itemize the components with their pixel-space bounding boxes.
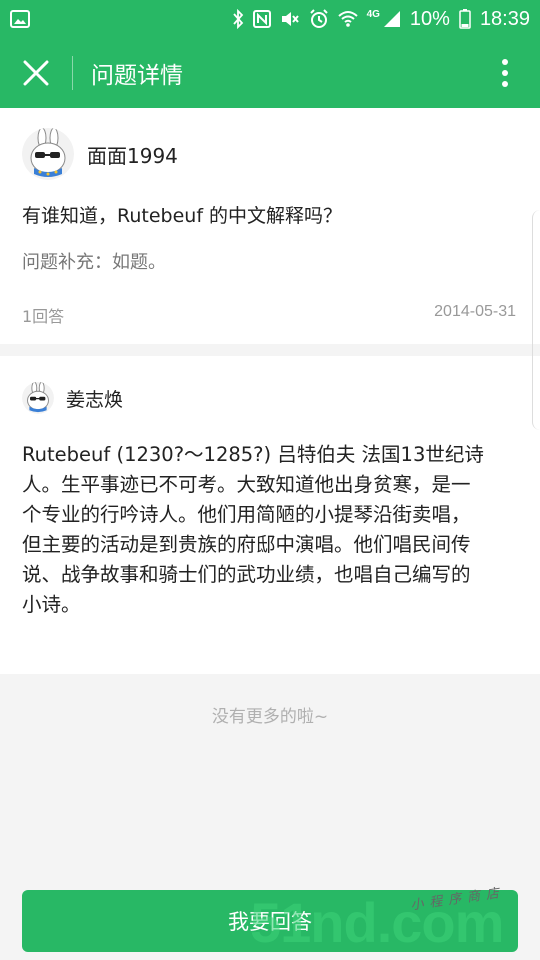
- question-date: 2014-05-31: [434, 303, 516, 320]
- network-type: 4G: [366, 8, 380, 20]
- question-supplement: 问题补充：如题。: [22, 252, 166, 273]
- bunny-avatar-icon: [22, 382, 54, 414]
- more-options-button[interactable]: [470, 38, 540, 108]
- answer-body: Rutebeuf (1230?～1285?) 吕特伯夫 法国13世纪诗 人。生平…: [22, 440, 522, 620]
- answer-line: 个专业的行吟诗人。他们用简陋的小提琴沿街卖唱，: [22, 503, 471, 526]
- bluetooth-icon: [232, 9, 244, 29]
- page-title: 问题详情: [91, 63, 183, 89]
- battery-percent: 10%: [409, 7, 450, 30]
- question-card: 面面1994 有谁知道，Rutebeuf 的中文解释吗？ 问题补充：如题。 1回…: [0, 108, 540, 344]
- answer-line: 说、战争故事和骑士们的武功业绩，也唱自己编写的: [22, 563, 471, 586]
- avatar[interactable]: [22, 128, 74, 180]
- app-bar: 问题详情: [0, 38, 540, 108]
- avatar[interactable]: [22, 382, 54, 414]
- status-bar: 4G 10% 18:39: [0, 0, 540, 38]
- wifi-icon: [337, 10, 358, 28]
- signal-icon: [383, 10, 401, 28]
- asker-row[interactable]: 面面1994: [22, 128, 178, 180]
- answer-button[interactable]: 我要回答: [22, 890, 518, 952]
- app-screen: 4G 10% 18:39 问题详情 面面1994 有谁知道，Rutebeuf 的…: [0, 0, 540, 960]
- answer-line: 但主要的活动是到贵族的府邸中演唱。他们唱民间传: [22, 533, 471, 556]
- close-button[interactable]: [0, 38, 72, 108]
- answer-card: 姜志焕 Rutebeuf (1230?～1285?) 吕特伯夫 法国13世纪诗 …: [0, 356, 540, 674]
- scroll-edge: [532, 210, 540, 430]
- gallery-icon: [10, 10, 30, 28]
- answerer-row[interactable]: 姜志焕: [22, 382, 123, 414]
- battery-icon: [459, 9, 471, 29]
- no-more-text: 没有更多的啦~: [211, 707, 329, 727]
- question-title: 有谁知道，Rutebeuf 的中文解释吗？: [22, 205, 343, 227]
- more-vertical-icon: [502, 59, 508, 87]
- asker-name[interactable]: 面面1994: [87, 140, 178, 169]
- answerer-name[interactable]: 姜志焕: [66, 385, 123, 412]
- answer-line: Rutebeuf (1230?～1285?) 吕特伯夫 法国13世纪诗: [22, 443, 484, 466]
- mute-icon: [280, 10, 300, 28]
- close-icon: [23, 60, 49, 86]
- answer-line: 小诗。: [22, 593, 81, 616]
- nfc-icon: [252, 10, 271, 28]
- clock: 18:39: [479, 7, 530, 30]
- alarm-icon: [309, 9, 329, 29]
- bunny-avatar-icon: [22, 128, 74, 180]
- answer-line: 人。生平事迹已不可考。大致知道他出身贫寒，是一: [22, 473, 471, 496]
- answer-count: 1回答: [22, 307, 65, 326]
- app-bar-divider: [72, 56, 73, 90]
